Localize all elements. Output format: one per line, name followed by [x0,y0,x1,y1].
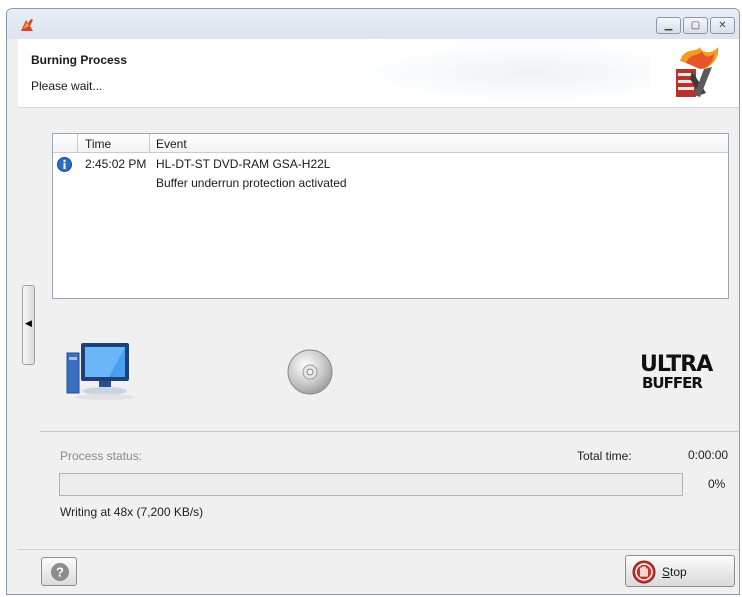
log-time: 2:45:02 PM [85,157,147,171]
page-title: Burning Process [31,53,128,67]
log-header: Time Event [53,134,728,153]
burning-logo-icon [676,47,719,97]
stop-label-rest: top [670,565,687,579]
maximize-icon: ▢ [690,20,701,31]
close-icon: ✕ [718,20,727,31]
app-icon [21,19,33,31]
log-event-line: Buffer underrun protection activated [156,176,347,190]
window-controls: ▁ ▢ ✕ [656,17,735,34]
cd-disc-icon [287,349,333,395]
logo-line-2: BUFFER [642,374,703,392]
section-divider [40,431,739,432]
logo-line-1: ULTRA [640,352,713,377]
column-header-time[interactable]: Time [85,137,111,151]
log-event-line: HL-DT-ST DVD-RAM GSA-H22L [156,157,331,171]
progress-bar [59,473,683,496]
computer-icon [66,343,135,400]
chevron-left-icon: ◀ [25,318,32,328]
column-separator[interactable] [149,134,150,152]
stop-button-label: Stop [662,565,687,579]
writing-speed-text: Writing at 48x (7,200 KB/s) [60,505,204,519]
info-icon [57,157,72,172]
process-status-label: Process status: [60,449,143,463]
burning-process-window: ▁ ▢ ✕ Burning Process Please wait... ◀ T… [6,8,740,595]
maximize-button[interactable]: ▢ [683,17,708,34]
event-log-list[interactable]: Time Event 2:45:02 PM HL-DT-ST DVD-RAM G… [52,133,729,299]
minimize-icon: ▁ [664,20,673,31]
title-bar[interactable]: ▁ ▢ ✕ [7,9,739,39]
stop-button[interactable]: Stop [625,555,735,587]
sidebar-toggle-button[interactable]: ◀ [22,285,35,365]
ultra-buffer-logo: ULTRA BUFFER [640,354,730,396]
svg-text:?: ? [56,565,64,580]
progress-percent: 0% [708,477,726,491]
column-separator[interactable] [77,134,78,152]
total-time-label: Total time: [577,449,632,463]
footer-divider [18,549,739,550]
help-icon: ? [51,563,69,581]
stop-mnemonic: S [662,565,671,579]
column-header-event[interactable]: Event [156,137,187,151]
close-button[interactable]: ✕ [710,17,735,34]
header-panel: Burning Process Please wait... [18,39,739,108]
page-subtitle: Please wait... [31,79,103,93]
total-time-value: 0:00:00 [688,448,729,462]
header-decoration [350,43,650,103]
help-button[interactable]: ? [41,557,77,586]
minimize-button[interactable]: ▁ [656,17,681,34]
stop-hand-icon [632,560,656,584]
